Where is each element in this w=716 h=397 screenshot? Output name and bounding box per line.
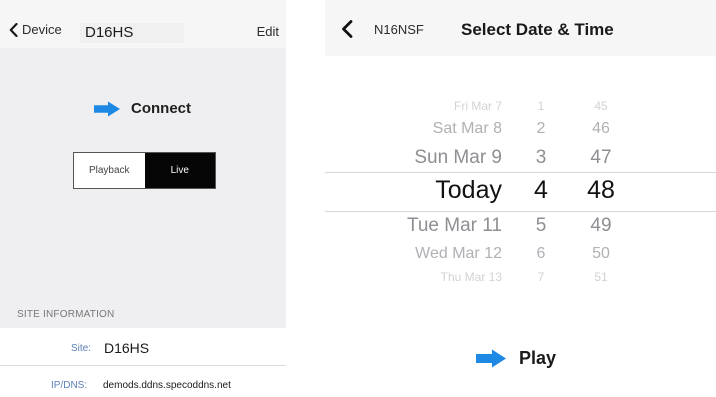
- chevron-left-icon: [9, 22, 18, 37]
- site-value: D16HS: [104, 340, 150, 356]
- minute-option[interactable]: 50: [581, 245, 621, 262]
- connect-button[interactable]: Connect: [93, 100, 191, 117]
- minute-option[interactable]: 45: [581, 100, 621, 112]
- connect-label: Connect: [131, 100, 191, 117]
- date-option[interactable]: Tue Mar 11: [407, 216, 502, 235]
- back-label: Device: [22, 22, 62, 37]
- site-row[interactable]: Site: D16HS: [0, 328, 286, 366]
- segment-playback[interactable]: Playback: [74, 153, 145, 188]
- minute-option[interactable]: 46: [581, 120, 621, 137]
- ip-dns-value: demods.ddns.specoddns.net: [103, 380, 231, 391]
- play-button[interactable]: Play: [475, 348, 556, 369]
- date-option[interactable]: Sun Mar 9: [414, 148, 502, 167]
- segment-live[interactable]: Live: [144, 153, 215, 188]
- nav-bar: Device D16HS Edit: [0, 0, 286, 48]
- device-name: N16NSF: [374, 22, 424, 37]
- hour-option[interactable]: 3: [531, 148, 551, 167]
- nav-title: D16HS: [80, 23, 184, 43]
- hour-option[interactable]: 4: [531, 178, 551, 203]
- section-header: SITE INFORMATION: [0, 297, 286, 328]
- connect-area: Connect Playback Live: [0, 48, 286, 297]
- back-button[interactable]: [341, 20, 353, 43]
- date-option[interactable]: Fri Mar 7: [454, 100, 502, 112]
- hour-option[interactable]: 2: [531, 120, 551, 137]
- minute-option[interactable]: 47: [581, 148, 621, 167]
- hour-option[interactable]: 5: [531, 216, 551, 235]
- date-time-screen: N16NSF Select Date & Time Fri Mar 7 Sat M…: [325, 0, 716, 397]
- chevron-left-icon: [342, 20, 353, 38]
- date-option[interactable]: Sat Mar 8: [433, 120, 502, 137]
- arrow-right-icon: [94, 101, 120, 116]
- play-label: Play: [519, 348, 557, 368]
- picker-selection-band: [325, 172, 716, 212]
- edit-button[interactable]: Edit: [257, 24, 279, 39]
- date-time-picker[interactable]: Fri Mar 7 Sat Mar 8 Sun Mar 9 Today Tue Mar …: [325, 70, 716, 306]
- hour-option[interactable]: 7: [531, 271, 551, 283]
- ip-dns-label: IP/DNS:: [51, 380, 88, 391]
- arrow-right-icon: [476, 349, 506, 368]
- date-option[interactable]: Today: [435, 178, 502, 203]
- minute-option[interactable]: 51: [581, 271, 621, 283]
- ip-dns-row[interactable]: IP/DNS: demods.ddns.specoddns.net: [0, 366, 286, 397]
- device-screen: Device D16HS Edit Connect Playback Live …: [0, 0, 286, 397]
- mode-segmented-control: Playback Live: [73, 152, 216, 189]
- hour-option[interactable]: 1: [531, 100, 551, 112]
- date-option[interactable]: Thu Mar 13: [441, 271, 502, 283]
- hour-option[interactable]: 6: [531, 245, 551, 262]
- minute-option[interactable]: 49: [581, 216, 621, 235]
- date-option[interactable]: Wed Mar 12: [415, 245, 502, 262]
- back-button[interactable]: Device: [9, 22, 62, 37]
- nav-bar: N16NSF Select Date & Time: [325, 0, 716, 56]
- site-label: Site:: [71, 343, 92, 354]
- minute-option[interactable]: 48: [581, 178, 621, 203]
- page-title: Select Date & Time: [461, 20, 614, 39]
